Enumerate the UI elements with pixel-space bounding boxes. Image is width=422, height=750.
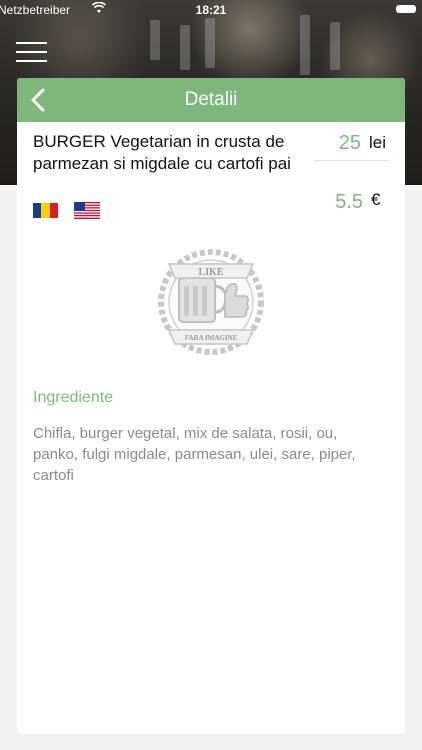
ingredients-text: Chifla, burger vegetal, mix de salata, r… bbox=[33, 425, 356, 484]
no-image-placeholder-icon: LIKE FARA IMAGINE bbox=[158, 249, 264, 355]
currency-eur: € bbox=[371, 190, 381, 209]
clock: 18:21 bbox=[195, 3, 227, 17]
price-divider bbox=[314, 160, 389, 161]
price-eur: 5.5 bbox=[335, 191, 363, 213]
romania-flag-icon[interactable] bbox=[33, 203, 58, 218]
page-title: Detalii bbox=[184, 89, 238, 110]
usa-flag-icon[interactable] bbox=[74, 202, 100, 219]
battery-icon bbox=[396, 5, 416, 13]
placeholder-top-text: LIKE bbox=[198, 267, 223, 278]
price-ron: 25 bbox=[338, 132, 361, 154]
placeholder-bottom-text: FARA IMAGINE bbox=[185, 334, 238, 342]
status-bar: Netzbetreiber 18:21 bbox=[0, 0, 422, 20]
details-card: Detalii BURGER Vegetarian in crusta de p… bbox=[17, 78, 405, 734]
currency-ron: lei bbox=[369, 133, 387, 152]
hamburger-menu-icon[interactable] bbox=[16, 42, 47, 64]
nav-bar: Detalii bbox=[17, 78, 405, 122]
product-name: BURGER Vegetarian in crusta de parmezan … bbox=[33, 132, 291, 173]
ingredients-title: Ingrediente bbox=[33, 389, 114, 406]
